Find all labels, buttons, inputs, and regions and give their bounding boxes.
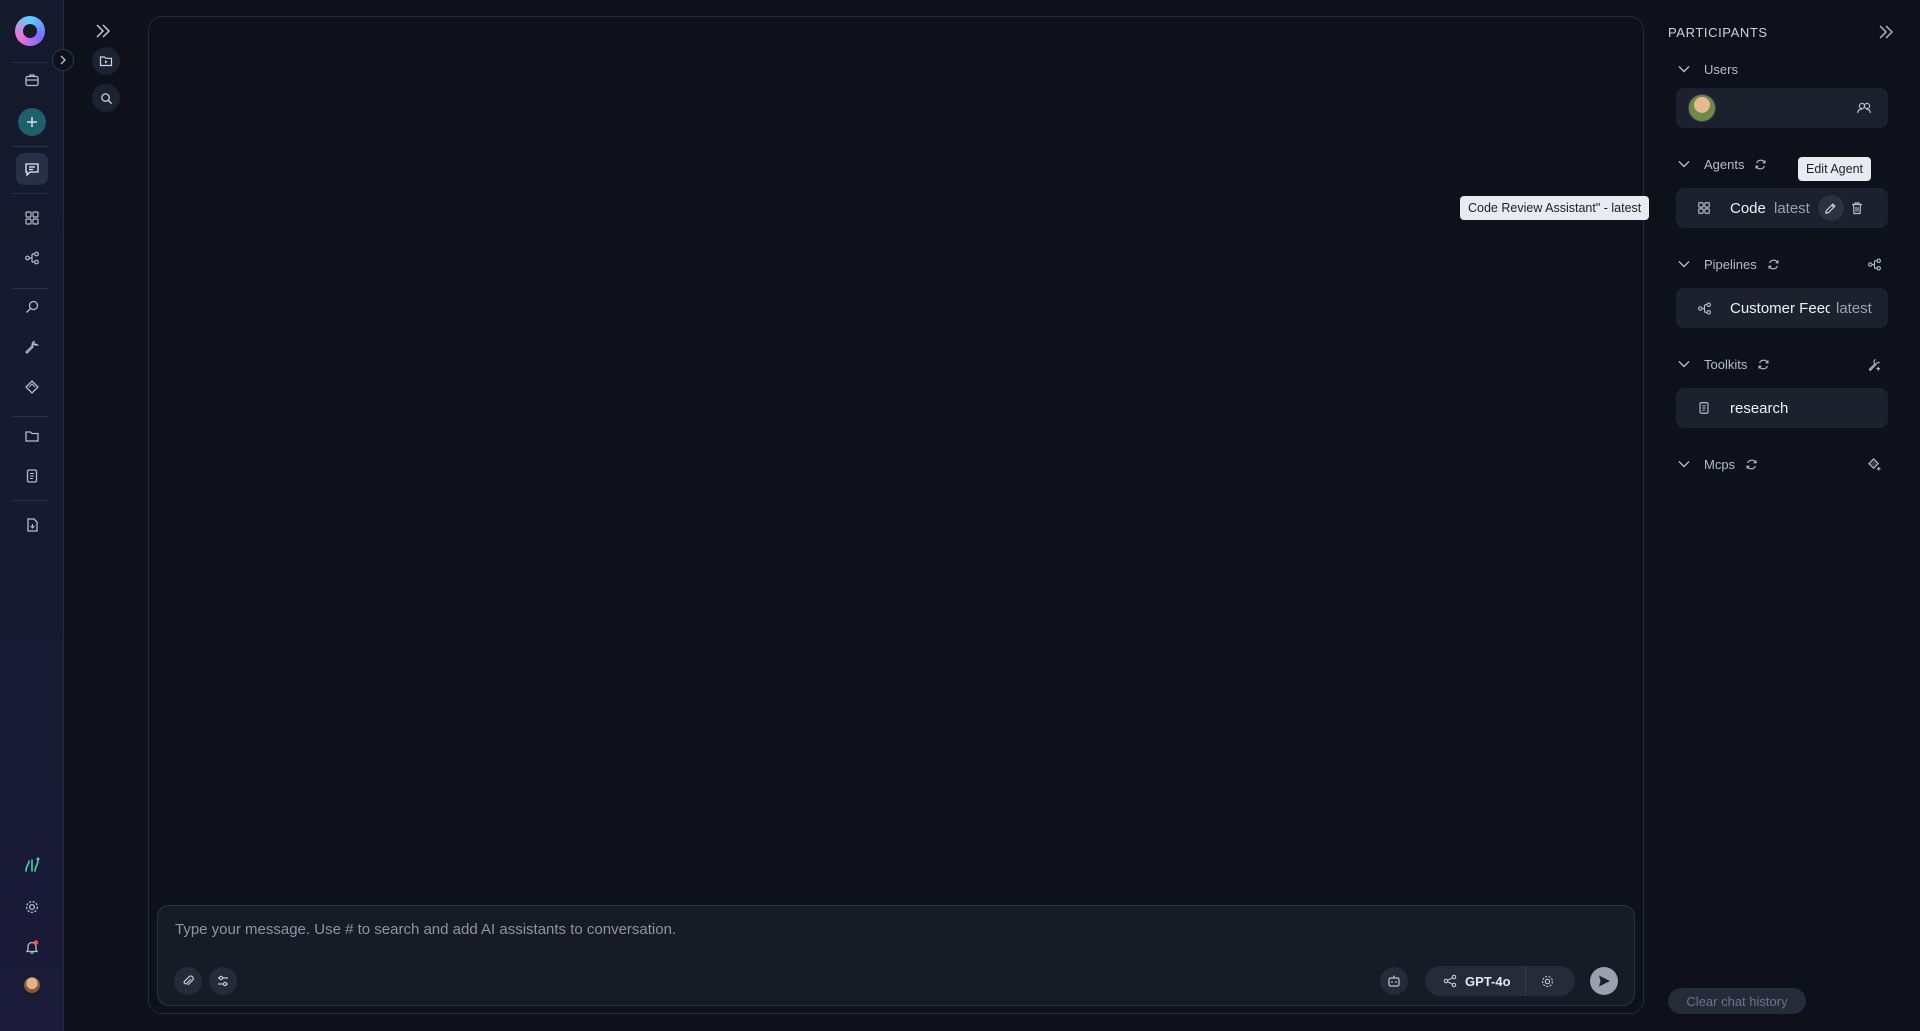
double-chevron-right-icon[interactable] — [1874, 22, 1898, 42]
toolkits-section-header[interactable]: Toolkits — [1674, 354, 1770, 374]
rail-divider — [12, 146, 48, 147]
users-label: Users — [1704, 61, 1738, 77]
pipeline-card[interactable]: Customer Feedback latest — [1676, 288, 1888, 328]
document-icon — [1694, 401, 1714, 415]
pipelines-section-header[interactable]: Pipelines — [1674, 254, 1780, 274]
clear-chat-history-button[interactable]: Clear chat history — [1668, 988, 1806, 1014]
expand-rail-button[interactable] — [52, 49, 74, 71]
message-input[interactable]: Type your message. Use # to search and a… — [175, 921, 676, 938]
agent-name: Code — [1730, 199, 1766, 217]
search-icon[interactable] — [92, 84, 120, 112]
signal-icon[interactable] — [16, 849, 48, 881]
message-composer[interactable]: Type your message. Use # to search and a… — [157, 905, 1635, 1006]
chevron-down-icon — [1678, 161, 1690, 168]
model-label: GPT-4o — [1465, 973, 1511, 989]
toolkits-label: Toolkits — [1704, 356, 1748, 372]
rail-divider — [12, 62, 48, 63]
pipeline-icon — [1694, 301, 1714, 316]
add-mcp-icon[interactable] — [1862, 452, 1886, 476]
rail-divider — [12, 193, 48, 194]
edit-agent-tooltip: Edit Agent — [1798, 157, 1871, 181]
plus-icon — [27, 117, 37, 127]
grid-icon — [1694, 201, 1714, 215]
conversation-column — [64, 0, 148, 1031]
document-icon[interactable] — [16, 460, 48, 492]
agent-card[interactable]: Code latest — [1676, 188, 1888, 228]
double-chevron-right-icon[interactable] — [94, 22, 112, 40]
sliders-icon[interactable] — [209, 967, 237, 995]
trash-icon[interactable] — [1850, 201, 1864, 215]
rail-divider — [12, 416, 48, 417]
participants-panel: PARTICIPANTS Users Agents Code latest Pi… — [1656, 0, 1920, 1031]
pipeline-icon[interactable] — [16, 242, 48, 274]
mcps-label: Mcps — [1704, 456, 1736, 472]
paperclip-icon[interactable] — [174, 967, 202, 995]
users-icon[interactable] — [1856, 100, 1872, 116]
left-rail — [0, 0, 74, 1031]
agents-section-header[interactable]: Agents — [1674, 154, 1767, 174]
edit-icon[interactable] — [1817, 195, 1844, 221]
chevron-down-icon — [1678, 261, 1690, 268]
send-icon — [1599, 975, 1610, 987]
model-settings-icon[interactable] — [1526, 966, 1570, 996]
agent-name-tooltip: Code Review Assistant" - latest — [1460, 196, 1650, 220]
briefcase-icon[interactable] — [16, 64, 48, 96]
folder-icon[interactable] — [16, 420, 48, 452]
grid-icon[interactable] — [16, 202, 48, 234]
model-selector-button[interactable]: GPT-4o — [1425, 966, 1526, 996]
rail-divider — [12, 288, 48, 289]
robot-icon[interactable] — [1380, 967, 1408, 995]
add-toolkit-icon[interactable] — [1862, 352, 1886, 376]
search-icon[interactable] — [16, 291, 48, 323]
send-button[interactable] — [1590, 967, 1618, 995]
users-section-header[interactable]: Users — [1674, 59, 1738, 79]
refresh-icon — [1755, 159, 1766, 169]
agent-version: latest — [1774, 199, 1810, 217]
rail-divider — [12, 500, 48, 501]
wrench-icon[interactable] — [16, 331, 48, 363]
toolkit-name: research — [1730, 399, 1789, 417]
chevron-down-icon — [1678, 461, 1690, 468]
pipeline-version: latest — [1836, 299, 1872, 317]
add-pipeline-icon[interactable] — [1862, 252, 1886, 276]
folder-play-icon[interactable] — [92, 47, 120, 75]
app-logo[interactable] — [15, 16, 45, 46]
chat-icon[interactable] — [16, 153, 48, 185]
mcps-section-header[interactable]: Mcps — [1674, 454, 1758, 474]
refresh-icon — [1746, 459, 1757, 469]
pipeline-name: Customer Feedback — [1730, 299, 1830, 317]
chevron-down-icon — [1678, 361, 1690, 368]
user-card[interactable] — [1676, 88, 1888, 128]
pipelines-label: Pipelines — [1704, 256, 1757, 272]
user-avatar[interactable] — [24, 977, 40, 993]
refresh-icon — [1768, 259, 1779, 269]
chat-area — [148, 16, 1644, 1014]
toolkit-card[interactable]: research — [1676, 388, 1888, 428]
share-nodes-icon — [1443, 974, 1457, 988]
bell-icon[interactable] — [16, 931, 48, 963]
refresh-icon — [1758, 359, 1769, 369]
participants-title: PARTICIPANTS — [1668, 25, 1768, 40]
chevron-down-icon — [1678, 66, 1690, 73]
agents-label: Agents — [1704, 156, 1745, 172]
new-conversation-button[interactable] — [18, 108, 46, 136]
diamond-icon[interactable] — [16, 371, 48, 403]
model-selector-group: GPT-4o — [1425, 966, 1575, 996]
chevron-right-icon — [60, 55, 66, 65]
participant-avatar — [1688, 94, 1716, 122]
file-icon[interactable] — [16, 509, 48, 541]
settings-icon[interactable] — [16, 891, 48, 923]
